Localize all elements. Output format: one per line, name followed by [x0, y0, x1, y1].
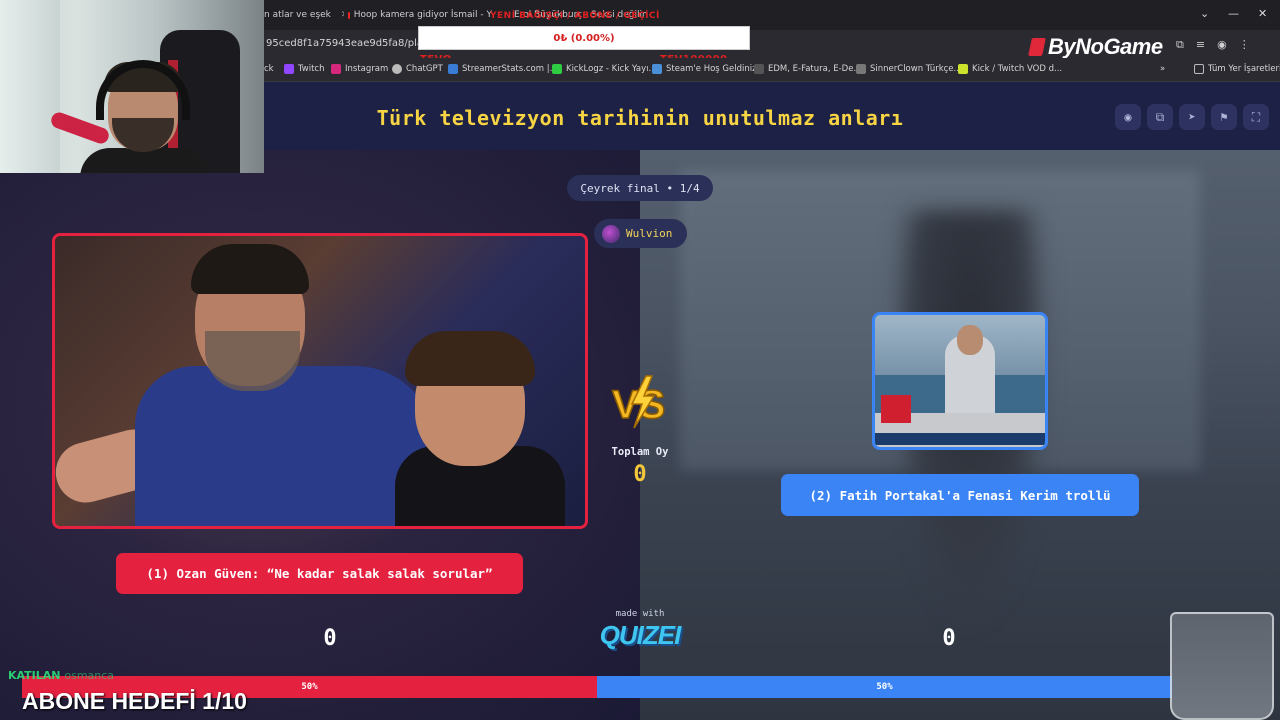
- bookmark-item[interactable]: EDM, E-Fatura, E-De...: [754, 64, 862, 74]
- user-badge[interactable]: Wulvion: [594, 219, 687, 248]
- browser-tab[interactable]: Hoop kamera gidiyor İsmail - Y: [348, 6, 492, 24]
- eye-icon[interactable]: ◉: [1115, 104, 1141, 130]
- vod-icon: [958, 64, 968, 74]
- option-2-image[interactable]: [872, 312, 1048, 450]
- bookmark-item[interactable]: StreamerStats.com |...: [448, 64, 558, 74]
- bookmark-item[interactable]: SinnerClown Türkçe...: [856, 64, 962, 74]
- menu-icon[interactable]: ≡: [1196, 38, 1205, 52]
- total-votes-value: 0: [633, 462, 647, 487]
- tab-label: n atlar ve eşek: [264, 10, 331, 20]
- joined-user: osmanca: [64, 669, 115, 682]
- profile-icon[interactable]: ◉: [1217, 38, 1227, 52]
- send-icon[interactable]: ➤: [1179, 104, 1205, 130]
- alert-overlay-text: YENİ BAĞIŞÇI / ABONE / GEÇİCİ: [490, 11, 660, 21]
- bookmark-item[interactable]: Twitch: [284, 64, 325, 74]
- minimize-icon[interactable]: —: [1228, 7, 1239, 20]
- copy-icon[interactable]: ⧉: [1147, 104, 1173, 130]
- donation-progress-overlay: 0₺ (0.00%): [418, 26, 750, 50]
- bookmark-item[interactable]: KickLogz - Kick Yayı...: [552, 64, 657, 74]
- extension-icons: ⧉ ≡ ◉ ⋮: [1176, 38, 1250, 52]
- joined-label: KATILAN: [8, 669, 61, 682]
- bookmark-item[interactable]: Instagram: [331, 64, 388, 74]
- tab-label: Hoop kamera gidiyor İsmail - Y: [353, 10, 492, 20]
- more-icon[interactable]: ⋮: [1239, 38, 1250, 52]
- url-text[interactable]: 95ced8f1a75943eae9d5fa8/play: [266, 38, 429, 49]
- browser-tab[interactable]: n atlar ve eşek ✕: [264, 6, 344, 24]
- puzzle-icon[interactable]: ⧉: [1176, 38, 1184, 52]
- joined-notification: KATILAN osmanca: [8, 669, 114, 682]
- fullscreen-icon[interactable]: ⛶: [1243, 104, 1269, 130]
- twitch-icon: [284, 64, 294, 74]
- bookmark-folder[interactable]: Tüm Yer İşaretleri: [1194, 64, 1280, 74]
- bookmark-item[interactable]: ck: [264, 64, 274, 74]
- youtube-icon: [348, 11, 350, 19]
- glass-cup-image: [1170, 612, 1274, 720]
- option-1-score: 0: [323, 626, 337, 651]
- quizei-logo[interactable]: QUIZEI: [590, 620, 690, 651]
- user-name: Wulvion: [626, 227, 673, 240]
- screen: n atlar ve eşek ✕ Hoop kamera gidiyor İs…: [0, 0, 1280, 720]
- bookmarks-overflow[interactable]: »: [1160, 64, 1165, 74]
- vs-icon: VS: [611, 375, 666, 429]
- bynogame-logo: ByNoGame: [1028, 34, 1163, 60]
- sinnerclown-icon: [856, 64, 866, 74]
- option-2-score: 0: [942, 626, 956, 651]
- chatgpt-icon: [392, 64, 402, 74]
- chevron-down-icon[interactable]: ⌄: [1200, 7, 1209, 20]
- bookmark-item[interactable]: Kick / Twitch VOD d...: [958, 64, 1062, 74]
- instagram-icon: [331, 64, 341, 74]
- option-2-vote-bar: 50%: [597, 676, 1172, 698]
- streamerstats-icon: [448, 64, 458, 74]
- round-badge: Çeyrek final • 1/4: [567, 175, 713, 201]
- bookmark-item[interactable]: Steam'e Hoş Geldiniz: [652, 64, 757, 74]
- kick-icon: [552, 64, 562, 74]
- option-2-button[interactable]: (2) Fatih Portakal'a Fenasi Kerim trollü: [781, 474, 1139, 516]
- webcam-feed: [0, 0, 264, 173]
- flag-icon[interactable]: ⚑: [1211, 104, 1237, 130]
- avatar: [602, 224, 620, 243]
- made-with-label: made with: [615, 609, 665, 619]
- subscriber-goal: ABONE HEDEFİ 1/10: [22, 688, 247, 714]
- edm-icon: [754, 64, 764, 74]
- folder-icon: [1194, 64, 1204, 74]
- close-window-icon[interactable]: ✕: [1258, 7, 1267, 20]
- option-1-button[interactable]: (1) Ozan Güven: “Ne kadar salak salak so…: [116, 553, 523, 594]
- steam-icon: [652, 64, 662, 74]
- close-icon[interactable]: ✕: [341, 10, 344, 20]
- bynogame-icon: [1028, 38, 1046, 56]
- option-1-image[interactable]: [52, 233, 588, 529]
- total-votes-label: Toplam Oy: [611, 446, 669, 458]
- bookmark-item[interactable]: ChatGPT: [392, 64, 443, 74]
